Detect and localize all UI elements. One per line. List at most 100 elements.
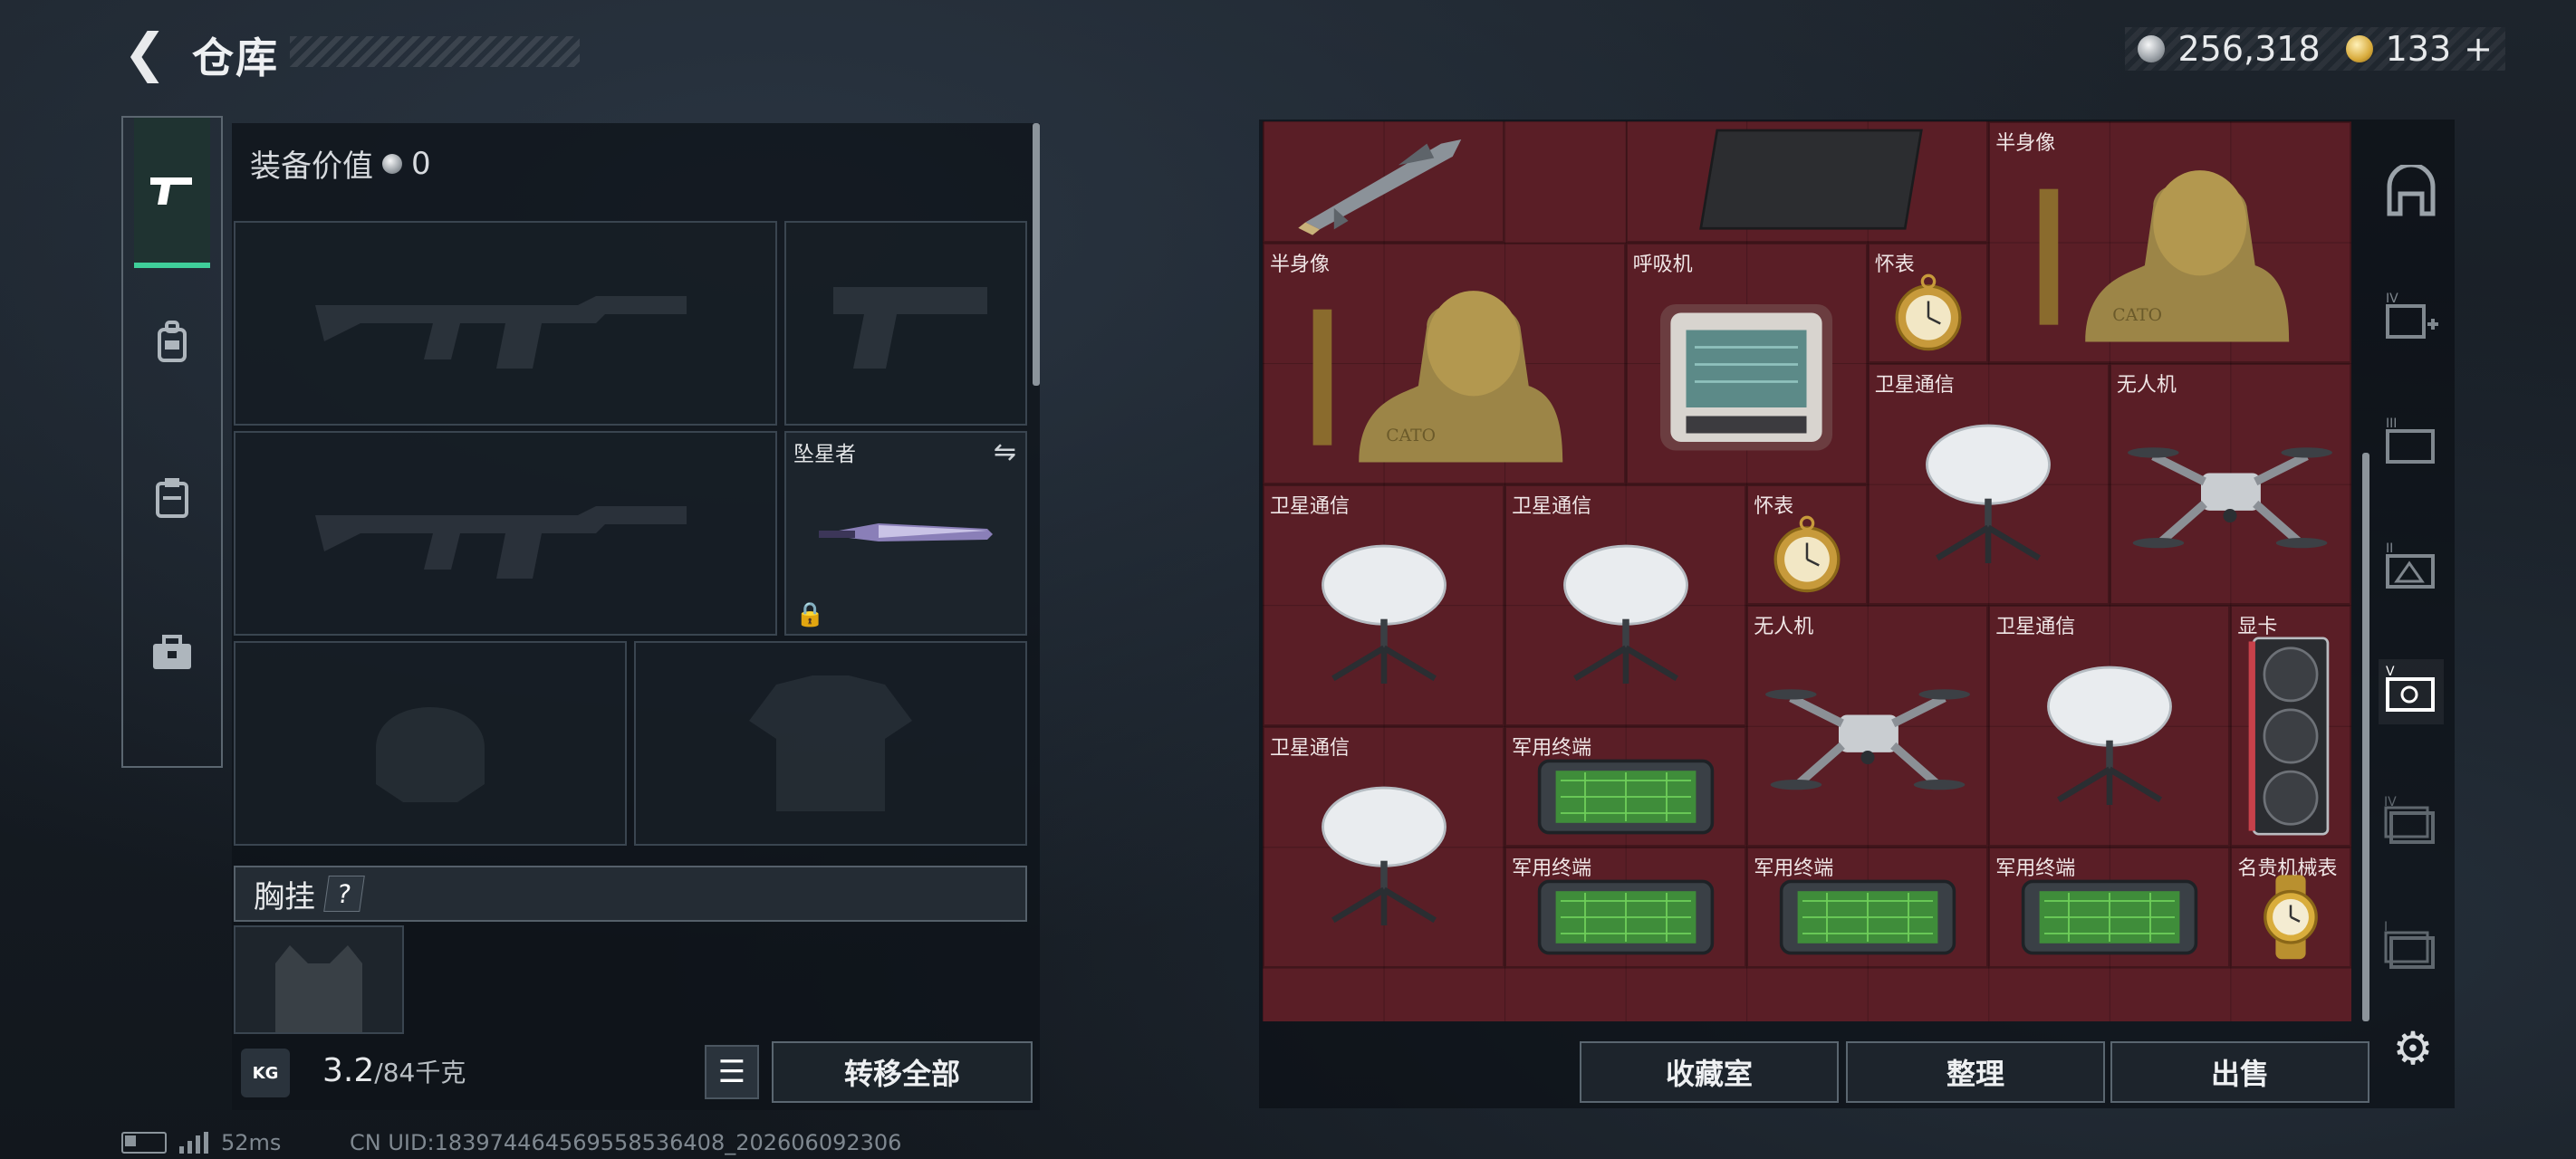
stash-item-pocketwatch[interactable]: 怀表: [1746, 484, 1868, 606]
help-button[interactable]: ?: [323, 876, 365, 912]
knife-icon: [819, 523, 993, 541]
carry-weight: 3.2/84千克: [322, 1052, 466, 1089]
list-view-button[interactable]: ☰: [705, 1045, 759, 1099]
terminal-icon: [1506, 752, 1745, 842]
satellite-icon: [1264, 510, 1503, 721]
stash-item-bust[interactable]: 半身像 CATO: [1988, 121, 2351, 364]
terminal-icon: [1506, 872, 1745, 963]
satellite-icon: [1990, 630, 2228, 841]
satellite-icon: [1870, 388, 2108, 599]
stash-add-icon[interactable]: IV: [2379, 286, 2444, 351]
stash-item-satellite[interactable]: 卫星通信: [1504, 484, 1747, 726]
stash-item-drone[interactable]: 无人机: [1746, 605, 1989, 848]
chest-rig-label: 胸挂: [254, 878, 315, 915]
pocketwatch-icon: [1870, 268, 1987, 359]
vault-icon[interactable]: [2379, 159, 2444, 225]
svg-text:V: V: [2386, 665, 2395, 679]
signal-icon: [179, 1132, 208, 1154]
stash-item-bust[interactable]: 半身像 CATO: [1263, 242, 1626, 484]
stash-tier1-icon[interactable]: I: [2379, 915, 2444, 980]
stash-item-terminal[interactable]: 军用终端: [1504, 847, 1747, 968]
drone-icon: [1748, 630, 1986, 841]
bust-icon: CATO: [1264, 268, 1624, 479]
carry-weight-current: 3.2: [322, 1052, 375, 1089]
organize-button[interactable]: 整理: [1846, 1041, 2105, 1103]
status-bar: 52ms: [121, 1130, 281, 1155]
silver-amount: 256,318: [2177, 29, 2321, 69]
armor-silhouette-icon: [749, 675, 912, 811]
bust-icon: CATO: [1990, 147, 2350, 358]
title-decoration: [290, 36, 580, 67]
stash-item-satellite[interactable]: 卫星通信: [1867, 363, 2110, 606]
clipboard-icon: [156, 478, 188, 518]
pistol-silhouette-icon: [833, 287, 987, 369]
stash-item-ventilator[interactable]: 呼吸机: [1625, 242, 1868, 484]
helmet-slot[interactable]: [234, 641, 627, 846]
terminal-icon: [1990, 872, 2228, 963]
chest-rig-header: 胸挂 ?: [234, 866, 1027, 922]
vest-silhouette-icon: [275, 945, 362, 1032]
silver-coin-icon: [382, 153, 402, 174]
stash-item-wristwatch[interactable]: 名贵机械表: [2230, 847, 2351, 968]
lock-icon: 🔒: [795, 601, 825, 628]
terminal-icon: [1748, 872, 1986, 963]
loadout-scrollbar[interactable]: [1033, 123, 1040, 386]
wristwatch-icon: [2232, 872, 2350, 963]
transfer-all-button[interactable]: 转移全部: [772, 1041, 1033, 1103]
svg-text:CATO: CATO: [1387, 426, 1437, 445]
equipment-value: 装备价值 0: [250, 141, 431, 186]
stash-item-drone[interactable]: 无人机: [2109, 363, 2351, 606]
stash-item-terminal[interactable]: 军用终端: [1746, 847, 1989, 968]
stash-tier4-icon[interactable]: IV: [2379, 790, 2444, 855]
tab-weapons[interactable]: [134, 118, 210, 268]
rifle-silhouette-icon: [315, 296, 687, 369]
currency-bar: 256,318 133 +: [2125, 27, 2505, 71]
toolbox-icon: [153, 635, 191, 669]
stash-item-pocketwatch[interactable]: 怀表: [1867, 242, 1989, 364]
svg-text:II: II: [2386, 541, 2393, 556]
svg-text:III: III: [2386, 417, 2397, 431]
stash-current-icon[interactable]: V: [2379, 659, 2444, 724]
pocketwatch-icon: [1748, 510, 1866, 600]
stash-item-satellite[interactable]: 卫星通信: [1263, 484, 1505, 726]
svg-text:IV: IV: [2386, 292, 2398, 306]
satellite-icon: [1264, 752, 1503, 963]
cloth-icon: [1628, 122, 1987, 236]
sidearm-slot[interactable]: [784, 221, 1027, 426]
stash-item-terminal[interactable]: 军用终端: [1988, 847, 2231, 968]
primary-weapon-slot-1[interactable]: [234, 221, 777, 426]
ventilator-icon: [1628, 268, 1866, 479]
loadout-tab-column: [121, 116, 223, 768]
settings-gear-icon[interactable]: ⚙: [2386, 1021, 2440, 1076]
collection-room-button[interactable]: 收藏室: [1580, 1041, 1839, 1103]
stash-tier2-icon[interactable]: II: [2379, 536, 2444, 601]
stash-item-missile[interactable]: [1263, 121, 1505, 243]
silver-coin-icon: [2138, 35, 2166, 62]
missile-icon: [1264, 122, 1503, 236]
backpack-icon: [158, 321, 187, 362]
sell-button[interactable]: 出售: [2110, 1041, 2369, 1103]
page-title: 仓库: [192, 34, 279, 82]
latency: 52ms: [221, 1130, 282, 1155]
stash-item-cloth[interactable]: [1625, 121, 1989, 243]
stash-item-gpu[interactable]: 显卡: [2230, 605, 2351, 848]
svg-text:I: I: [2384, 920, 2388, 934]
helmet-silhouette-icon: [376, 707, 485, 802]
stash-tier3-icon[interactable]: III: [2379, 411, 2444, 476]
pistol-icon: [150, 177, 192, 205]
carry-weight-max: /84千克: [374, 1058, 466, 1087]
add-gold-button[interactable]: +: [2464, 29, 2493, 69]
melee-slot[interactable]: 坠星者 ⇋ 🔒: [784, 431, 1027, 636]
chest-rig-slot[interactable]: [234, 925, 404, 1034]
tab-armor[interactable]: [134, 429, 210, 565]
stash-item-satellite[interactable]: 卫星通信: [1988, 605, 2231, 848]
tab-tools[interactable]: [134, 585, 210, 721]
svg-text:CATO: CATO: [2112, 306, 2162, 325]
primary-weapon-slot-2[interactable]: [234, 431, 777, 636]
stash-item-terminal[interactable]: 军用终端: [1504, 725, 1747, 848]
tab-backpack[interactable]: [134, 273, 210, 409]
back-button[interactable]: ❮: [118, 25, 172, 80]
body-armor-slot[interactable]: [634, 641, 1027, 846]
stash-item-satellite[interactable]: 卫星通信: [1263, 725, 1505, 968]
stash-tabs: IV III II V IV I: [2366, 123, 2456, 992]
